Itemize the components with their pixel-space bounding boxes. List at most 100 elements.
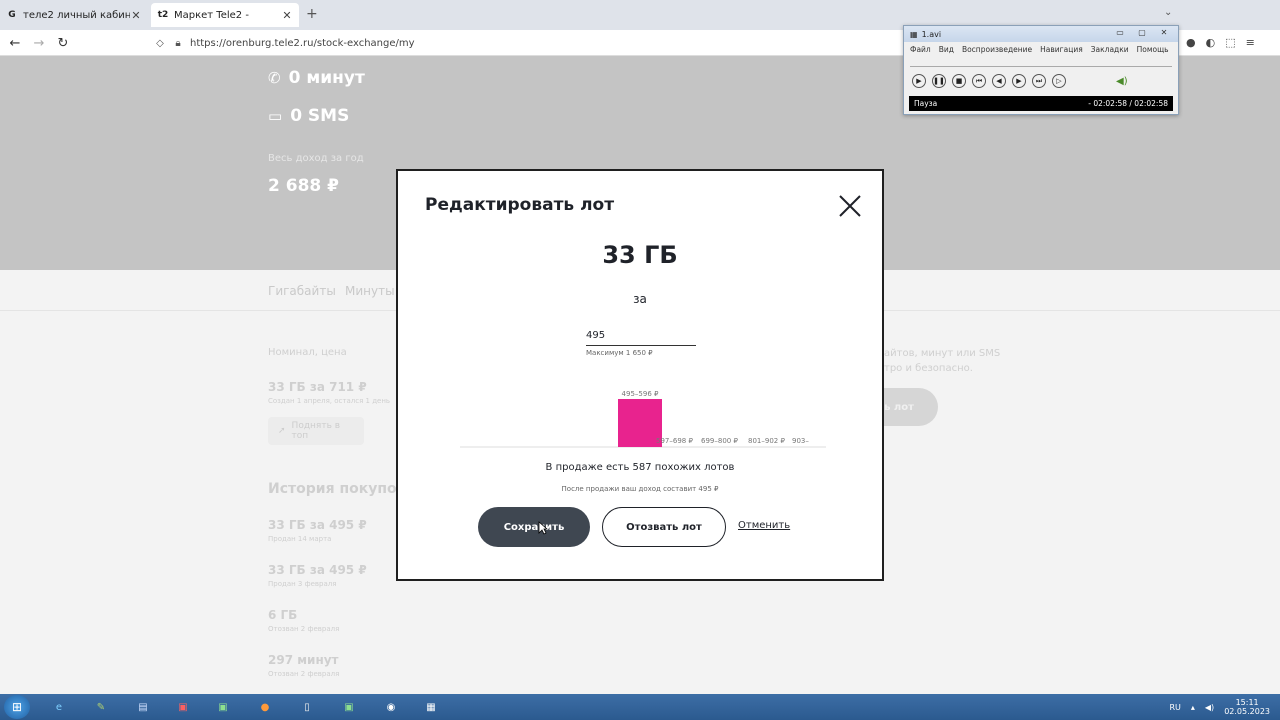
close-tab-icon[interactable]: ✕: [281, 9, 293, 22]
sms-value: 0 SMS: [290, 106, 350, 126]
extension-icons: ● ◐ ⬚ ≡: [1186, 36, 1255, 49]
forward-icon[interactable]: ▶: [1012, 74, 1026, 88]
tab-label: теле2 личный кабинет - Поис: [23, 9, 130, 21]
seek-bar[interactable]: [910, 59, 1172, 67]
menu-navigation[interactable]: Навигация: [1040, 45, 1083, 54]
sms-stat: ▭ 0 SMS: [268, 106, 349, 126]
income-after-sale-text: После продажи ваш доход составит 495 ₽: [561, 485, 719, 493]
speaker-icon[interactable]: ◀): [1205, 703, 1214, 712]
player-status: Пауза: [914, 99, 938, 108]
minutes-stat: ✆ 0 минут: [268, 68, 365, 88]
tab-market-tele2[interactable]: t2 Маркет Tele2 - ✕: [151, 3, 299, 27]
stop-icon[interactable]: ■: [952, 74, 966, 88]
promo-text: айтов, минут или SMS: [884, 348, 1001, 359]
rewind-icon[interactable]: ◀: [992, 74, 1006, 88]
save-button[interactable]: Сохранить: [478, 507, 590, 547]
promo-text: тро и безопасно.: [884, 363, 973, 374]
lot-title: 33 ГБ за 711 ₽: [268, 380, 367, 394]
media-player-window: ▦ 1.avi ▭ ▢ ✕ Файл Вид Воспроизведение Н…: [903, 25, 1179, 115]
rocket-icon: ➚: [278, 426, 286, 436]
maximize-icon[interactable]: ▢: [1132, 27, 1152, 39]
menu-bookmarks[interactable]: Закладки: [1091, 45, 1129, 54]
menu-icon[interactable]: ≡: [1246, 36, 1255, 49]
income-label: Весь доход за год: [268, 153, 364, 164]
volume-icon[interactable]: ◀): [1116, 76, 1128, 87]
player-statusbar: Пауза - 02:02:58 / 02:02:58: [909, 96, 1173, 111]
subnav-minutes[interactable]: Минуты: [345, 284, 395, 298]
extension-icon[interactable]: ⬚: [1225, 36, 1235, 49]
ie-browser-icon[interactable]: e: [48, 697, 70, 717]
url-text: https://orenburg.tele2.ru/stock-exchange…: [190, 37, 415, 49]
edit-lot-modal: Редактировать лот 33 ГБ за Максимум 1 65…: [396, 169, 884, 581]
cancel-link[interactable]: Отменить: [738, 520, 790, 531]
skip-forward-icon[interactable]: ⏭: [1032, 74, 1046, 88]
window-buttons: ▭ ▢ ✕: [1110, 27, 1174, 39]
raise-top-button[interactable]: ➚ Поднять в топ: [268, 417, 364, 445]
modal-title: Редактировать лот: [425, 195, 615, 215]
similar-lots-text: В продаже есть 587 похожих лотов: [545, 462, 735, 473]
history-item-title: 33 ГБ за 495 ₽: [268, 518, 367, 532]
back-arrow-icon[interactable]: ←: [6, 34, 24, 52]
tab-label: Маркет Tele2 -: [174, 9, 249, 21]
history-item-sub: Продан 14 марта: [268, 535, 332, 543]
clock[interactable]: 15:11 02.05.2023: [1224, 698, 1270, 716]
firefox-icon[interactable]: ●: [254, 697, 276, 717]
menu-file[interactable]: Файл: [910, 45, 931, 54]
price-max-hint: Максимум 1 650 ₽: [586, 349, 653, 357]
history-title: История покупок: [268, 481, 407, 497]
history-item-sub: Продан 3 февраля: [268, 580, 337, 588]
player-controls: ▶ ❚❚ ■ ⏮ ◀ ▶ ⏭ ▷: [912, 74, 1066, 88]
new-tab-icon[interactable]: +: [306, 6, 318, 22]
skip-back-icon[interactable]: ⏮: [972, 74, 986, 88]
lot-subtitle: Создан 1 апреля, остался 1 день: [268, 397, 391, 405]
minimize-icon[interactable]: ▭: [1110, 27, 1130, 39]
tele2-favicon-icon: t2: [157, 10, 169, 20]
app-icon[interactable]: ▣: [338, 697, 360, 717]
tool-icon[interactable]: ✎: [90, 697, 112, 717]
close-tab-icon[interactable]: ✕: [130, 9, 142, 22]
price-label: Номинал, цена: [268, 347, 347, 358]
windows-taskbar: ⊞ e ✎ ▤ ▣ ▣ ● ▯ ▣ ◉ ▦ RU ▴ ◀) 15:11 02.0…: [0, 694, 1280, 720]
menu-help[interactable]: Помощь: [1137, 45, 1169, 54]
google-favicon-icon: G: [8, 10, 16, 20]
for-label: за: [633, 292, 647, 306]
app-icon[interactable]: ▣: [172, 697, 194, 717]
price-distribution-chart: 495–596 ₽ 597–698 ₽ 699–800 ₽ 801–902 ₽ 903–: [460, 383, 826, 451]
media-player-icon[interactable]: ▦: [420, 697, 442, 717]
shield-icon: ◇: [156, 37, 164, 49]
history-item-title: 33 ГБ за 495 ₽: [268, 563, 367, 577]
player-time: - 02:02:58 / 02:02:58: [1088, 99, 1168, 108]
menu-view[interactable]: Вид: [939, 45, 954, 54]
price-input[interactable]: [586, 326, 696, 346]
close-icon[interactable]: ✕: [1154, 27, 1174, 39]
chat-bubble-icon: ▭: [268, 107, 283, 125]
subnav-gigabytes[interactable]: Гигабайты: [268, 284, 336, 298]
income-value: 2 688 ₽: [268, 176, 339, 196]
recall-lot-button[interactable]: Отозвать лот: [602, 507, 726, 547]
mouse-cursor-icon: [538, 521, 548, 535]
windows-start-icon[interactable]: ⊞: [4, 695, 30, 719]
reload-icon[interactable]: ↻: [54, 34, 72, 52]
extension-icon[interactable]: ◐: [1206, 36, 1216, 49]
close-icon[interactable]: [837, 193, 863, 219]
computer-icon[interactable]: ▤: [132, 697, 154, 717]
chart-category-label: 699–800 ₽: [701, 437, 738, 445]
tab-google-search[interactable]: G теле2 личный кабинет - Поис ✕: [0, 3, 148, 27]
address-bar[interactable]: ◇ 🔒︎ https://orenburg.tele2.ru/stock-exc…: [154, 33, 894, 53]
extension-icon[interactable]: ●: [1186, 36, 1196, 49]
play-icon[interactable]: ▶: [912, 74, 926, 88]
language-indicator[interactable]: RU: [1169, 703, 1180, 712]
document-icon[interactable]: ▯: [296, 697, 318, 717]
forward-arrow-icon[interactable]: →: [30, 34, 48, 52]
pause-icon[interactable]: ❚❚: [932, 74, 946, 88]
player-title: 1.avi: [921, 29, 942, 39]
chart-category-label: 801–902 ₽: [748, 437, 785, 445]
frame-step-icon[interactable]: ▷: [1052, 74, 1066, 88]
app-icon[interactable]: ▣: [212, 697, 234, 717]
chart-category-label: 597–698 ₽: [656, 437, 693, 445]
menu-playback[interactable]: Воспроизведение: [962, 45, 1032, 54]
chevron-down-icon[interactable]: ⌄: [1164, 7, 1172, 18]
obs-icon[interactable]: ◉: [380, 697, 402, 717]
history-item-title: 297 минут: [268, 653, 339, 667]
tray-expand-icon[interactable]: ▴: [1191, 703, 1195, 712]
